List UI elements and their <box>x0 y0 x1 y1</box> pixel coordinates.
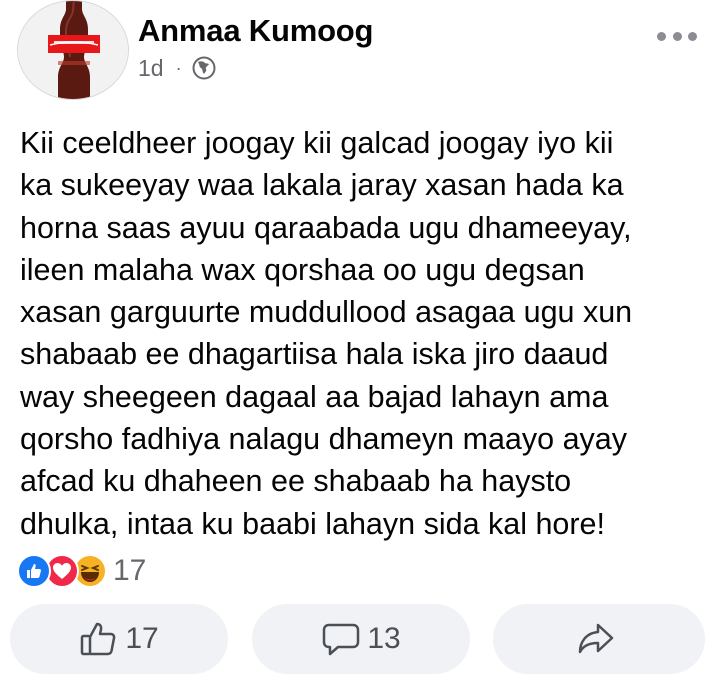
post-text-line: shabaab ee dhagartiisa hala iska jiro da… <box>20 337 609 372</box>
share-button[interactable] <box>493 604 705 674</box>
comment-count: 13 <box>367 622 401 655</box>
reactions-summary[interactable]: 17 <box>17 552 146 590</box>
like-reaction-icon <box>17 554 51 588</box>
post-text-line: qorsho fadhiya nalagu dhameyn maayo ayay <box>20 422 628 457</box>
reaction-count: 17 <box>113 554 147 587</box>
post-header: Anmaa Kumoog 1d · <box>0 0 715 110</box>
globe-icon <box>192 56 216 80</box>
avatar[interactable] <box>17 0 129 100</box>
post-time[interactable]: 1d <box>138 55 164 82</box>
comment-button[interactable]: 13 <box>252 604 470 674</box>
post-text-line: ka sukeeyay waa lakala jaray xasan hada … <box>20 168 624 203</box>
post-text-line: dhulka, intaa ku baabi lahayn sida kal h… <box>20 506 605 541</box>
comment-icon <box>323 623 360 656</box>
more-dots-icon[interactable] <box>657 26 697 46</box>
coca-cola-bottle-image <box>18 1 128 99</box>
post-text-line: Kii ceeldheer joogay kii galcad joogay i… <box>20 126 614 160</box>
post-text: Kii ceeldheer joogay kii galcad joogay i… <box>20 122 710 545</box>
post-text-line: way sheegeen dagaal aa bajad lahayn ama <box>20 379 609 414</box>
post-text-line: afcad ku dhaheen ee shabaab ha haysto <box>20 464 572 499</box>
like-count: 17 <box>125 622 159 655</box>
meta-separator: · <box>175 57 182 78</box>
thumbs-up-icon <box>81 622 116 656</box>
like-button[interactable]: 17 <box>10 604 228 674</box>
post-text-line: xasan garguurte muddullood asagaa ugu xu… <box>20 295 633 330</box>
dot <box>672 31 682 41</box>
dot <box>688 31 697 41</box>
post-text-line: horna saas ayuu qaraabada ugu dhameeyay, <box>20 210 632 245</box>
action-bar: 17 13 <box>0 604 715 676</box>
post-text-line: ileen malaha wax qorshaa oo ugu degsan <box>20 252 585 287</box>
share-arrow-icon <box>578 623 614 654</box>
dot <box>657 31 666 41</box>
author-name[interactable]: Anmaa Kumoog <box>138 13 373 49</box>
post-meta: 1d · <box>138 54 216 82</box>
